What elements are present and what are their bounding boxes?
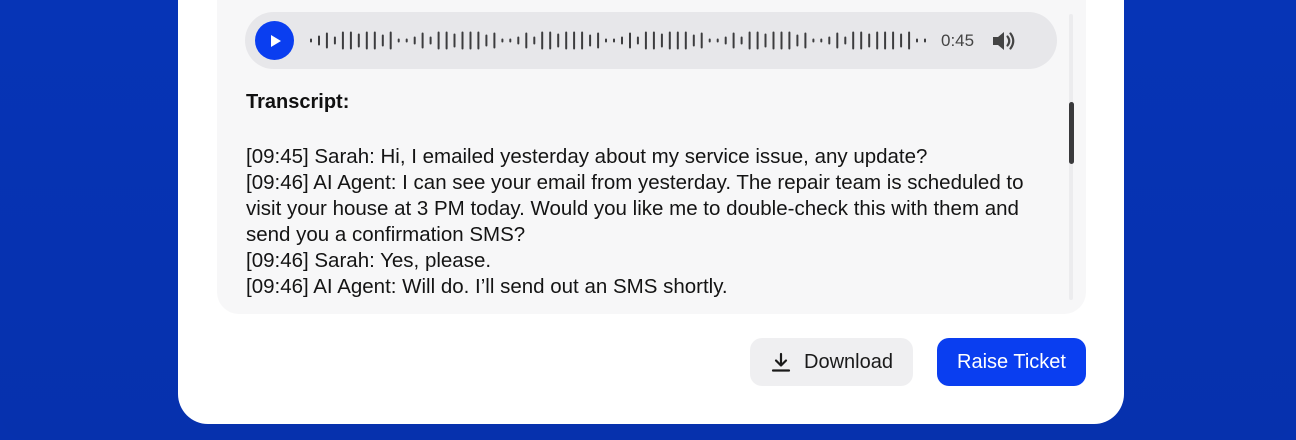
waveform-bar — [381, 34, 384, 47]
waveform-bar — [389, 31, 392, 50]
download-label: Download — [804, 350, 893, 373]
waveform-bar — [493, 32, 496, 49]
waveform-bar — [788, 31, 791, 50]
waveform-bar — [908, 31, 911, 50]
play-icon — [270, 34, 281, 47]
waveform-bar — [868, 33, 871, 48]
waveform-bar — [453, 33, 456, 48]
waveform-bar — [533, 36, 536, 45]
waveform-bar — [405, 38, 408, 43]
waveform-bar — [708, 38, 711, 43]
transcript-line: [09:46] Sarah: Yes, please. — [246, 249, 492, 272]
waveform-bar — [644, 31, 647, 50]
audio-duration: 0:45 — [941, 31, 975, 50]
waveform-bar — [437, 31, 440, 50]
waveform-bar — [549, 31, 552, 50]
waveform-bar — [357, 33, 360, 48]
waveform-bar — [748, 31, 751, 50]
waveform-bar — [485, 34, 488, 47]
waveform-bar — [573, 31, 576, 50]
waveform-bar — [684, 31, 687, 50]
waveform-bar — [613, 38, 615, 43]
waveform-bar — [732, 32, 735, 49]
waveform-bar — [740, 36, 743, 45]
waveform-bar — [318, 35, 320, 46]
download-button[interactable]: Download — [750, 338, 913, 386]
waveform-bar — [501, 38, 504, 43]
waveform-bar — [565, 31, 568, 50]
play-button[interactable] — [255, 21, 294, 60]
waveform-bar — [349, 31, 352, 50]
transcript-text: [09:45] Sarah: Hi, I emailed yesterday a… — [246, 144, 1036, 300]
waveform-bar — [421, 32, 424, 49]
waveform-bar — [605, 38, 607, 43]
waveform-bar — [365, 31, 368, 50]
waveform-bar — [597, 32, 600, 49]
waveform-bar — [692, 34, 695, 47]
waveform-bar — [373, 31, 376, 50]
waveform-bar — [820, 38, 823, 43]
waveform-bar — [469, 31, 472, 50]
waveform-bar — [310, 38, 312, 43]
transcript-title: Transcript: — [246, 91, 350, 113]
waveform-bar — [557, 33, 560, 48]
waveform-bar — [804, 32, 807, 49]
waveform-bar — [828, 36, 831, 45]
waveform-bar — [541, 31, 544, 50]
waveform-bar — [860, 31, 863, 50]
waveform-bar — [429, 36, 432, 45]
transcript-line: [09:46] AI Agent: I can see your email f… — [246, 171, 1030, 246]
waveform-bar — [525, 32, 528, 49]
waveform-bar — [716, 38, 719, 43]
waveform-bar — [652, 31, 655, 50]
waveform-bar — [700, 32, 703, 49]
scrollbar-thumb[interactable] — [1069, 102, 1074, 164]
waveform-bar — [884, 31, 887, 50]
waveform-bar — [325, 32, 328, 49]
waveform-bar — [796, 34, 799, 47]
waveform-bar — [892, 31, 895, 50]
waveform-bar — [397, 38, 400, 43]
waveform-bar — [916, 38, 918, 43]
waveform-bar — [461, 31, 464, 50]
waveform-bar — [477, 31, 480, 50]
waveform-bar — [780, 31, 783, 50]
waveform-bar — [876, 31, 879, 50]
waveform-bar — [509, 38, 512, 43]
waveform-bar — [772, 31, 775, 50]
waveform-bar — [413, 36, 416, 45]
waveform-bar — [445, 31, 448, 50]
waveform-bar — [852, 31, 855, 50]
waveform-bar — [836, 32, 839, 49]
waveform-bar — [621, 36, 623, 45]
volume-icon[interactable] — [991, 28, 1017, 54]
waveform-bar — [629, 32, 631, 49]
audio-player: 0:45 — [245, 12, 1057, 69]
waveform-bar — [636, 36, 639, 45]
waveform-bar — [724, 36, 727, 45]
waveform-bar — [844, 36, 847, 45]
waveform-bar — [676, 31, 679, 50]
waveform-bar — [764, 33, 767, 48]
waveform-bar — [517, 36, 520, 45]
audio-waveform[interactable] — [307, 24, 929, 57]
waveform-bar — [812, 38, 815, 43]
waveform-bar — [756, 31, 759, 50]
waveform-bar — [333, 36, 336, 45]
waveform-bar — [589, 34, 592, 47]
waveform-bar — [924, 38, 926, 43]
raise-ticket-button[interactable]: Raise Ticket — [937, 338, 1086, 386]
transcript-line: [09:46] AI Agent: Will do. I’ll send out… — [246, 275, 728, 298]
waveform-bar — [341, 31, 344, 50]
waveform-bar — [668, 31, 671, 50]
waveform-bar — [581, 31, 584, 50]
waveform-bar — [900, 33, 903, 48]
transcript-line: [09:45] Sarah: Hi, I emailed yesterday a… — [246, 145, 928, 168]
download-icon — [771, 352, 791, 372]
waveform-bar — [660, 33, 663, 48]
